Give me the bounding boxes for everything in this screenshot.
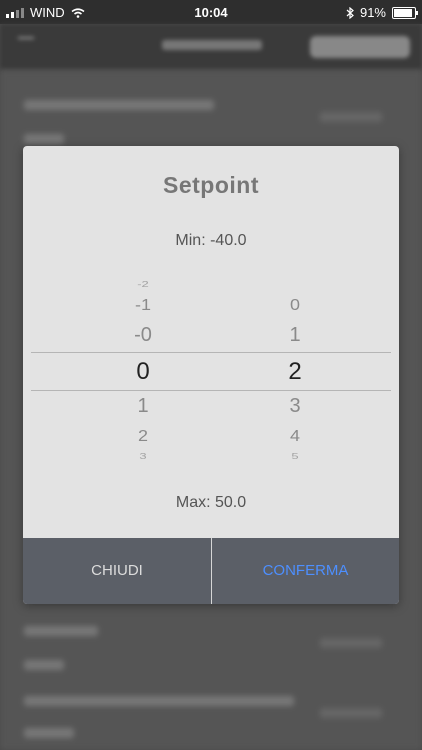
bg-line bbox=[24, 100, 214, 110]
bg-line bbox=[24, 728, 74, 738]
max-label: Max: 50.0 bbox=[175, 494, 247, 511]
bluetooth-icon bbox=[346, 6, 354, 19]
dialog-title: Setpoint bbox=[163, 172, 259, 198]
number-picker[interactable]: -2 -1 -0 0 1 2 3 0 1 2 3 4 5 bbox=[31, 266, 391, 476]
dialog-button-bar: CHIUDI CONFERMA bbox=[23, 538, 399, 604]
decimal-selected[interactable]: 2 bbox=[263, 360, 327, 384]
back-icon bbox=[18, 37, 34, 39]
bg-line bbox=[24, 134, 64, 144]
battery-percent: 91% bbox=[359, 5, 386, 20]
bg-line bbox=[24, 696, 294, 706]
app-bar-blurred bbox=[0, 24, 422, 70]
status-bar: WIND 10:04 91% bbox=[0, 0, 422, 24]
decimal-option[interactable]: 1 bbox=[263, 325, 327, 345]
decimal-option[interactable]: 3 bbox=[263, 396, 327, 416]
decimal-option[interactable]: 4 bbox=[263, 428, 327, 443]
decimal-option[interactable]: 0 bbox=[263, 297, 327, 312]
bg-line bbox=[24, 626, 98, 636]
integer-option[interactable]: 1 bbox=[111, 396, 175, 416]
brand-logo-blurred bbox=[310, 36, 410, 58]
battery-area: 91% bbox=[346, 5, 418, 20]
confirm-button[interactable]: CONFERMA bbox=[212, 538, 399, 604]
integer-option[interactable]: 2 bbox=[111, 428, 175, 443]
bg-line bbox=[320, 638, 382, 648]
bg-line bbox=[320, 112, 382, 122]
decimal-option[interactable]: 5 bbox=[263, 453, 327, 461]
bg-line bbox=[320, 708, 382, 718]
integer-option[interactable]: 3 bbox=[111, 453, 175, 461]
integer-wheel[interactable]: -2 -1 -0 0 1 2 3 bbox=[111, 266, 175, 476]
bg-line bbox=[24, 660, 64, 670]
close-button[interactable]: CHIUDI bbox=[23, 538, 211, 604]
selection-line-bottom bbox=[31, 390, 391, 391]
integer-option[interactable]: -1 bbox=[111, 297, 175, 312]
setpoint-dialog: Setpoint Min: -40.0 -2 -1 -0 0 1 2 3 0 1… bbox=[23, 146, 399, 604]
min-label: Min: -40.0 bbox=[175, 232, 247, 249]
integer-option[interactable]: -2 bbox=[111, 281, 175, 289]
app-bar-title-blurred bbox=[162, 40, 262, 50]
integer-option[interactable]: -0 bbox=[111, 325, 175, 345]
battery-icon bbox=[392, 6, 418, 19]
integer-selected[interactable]: 0 bbox=[111, 360, 175, 384]
decimal-wheel[interactable]: 0 1 2 3 4 5 bbox=[263, 266, 327, 476]
selection-line-top bbox=[31, 352, 391, 353]
